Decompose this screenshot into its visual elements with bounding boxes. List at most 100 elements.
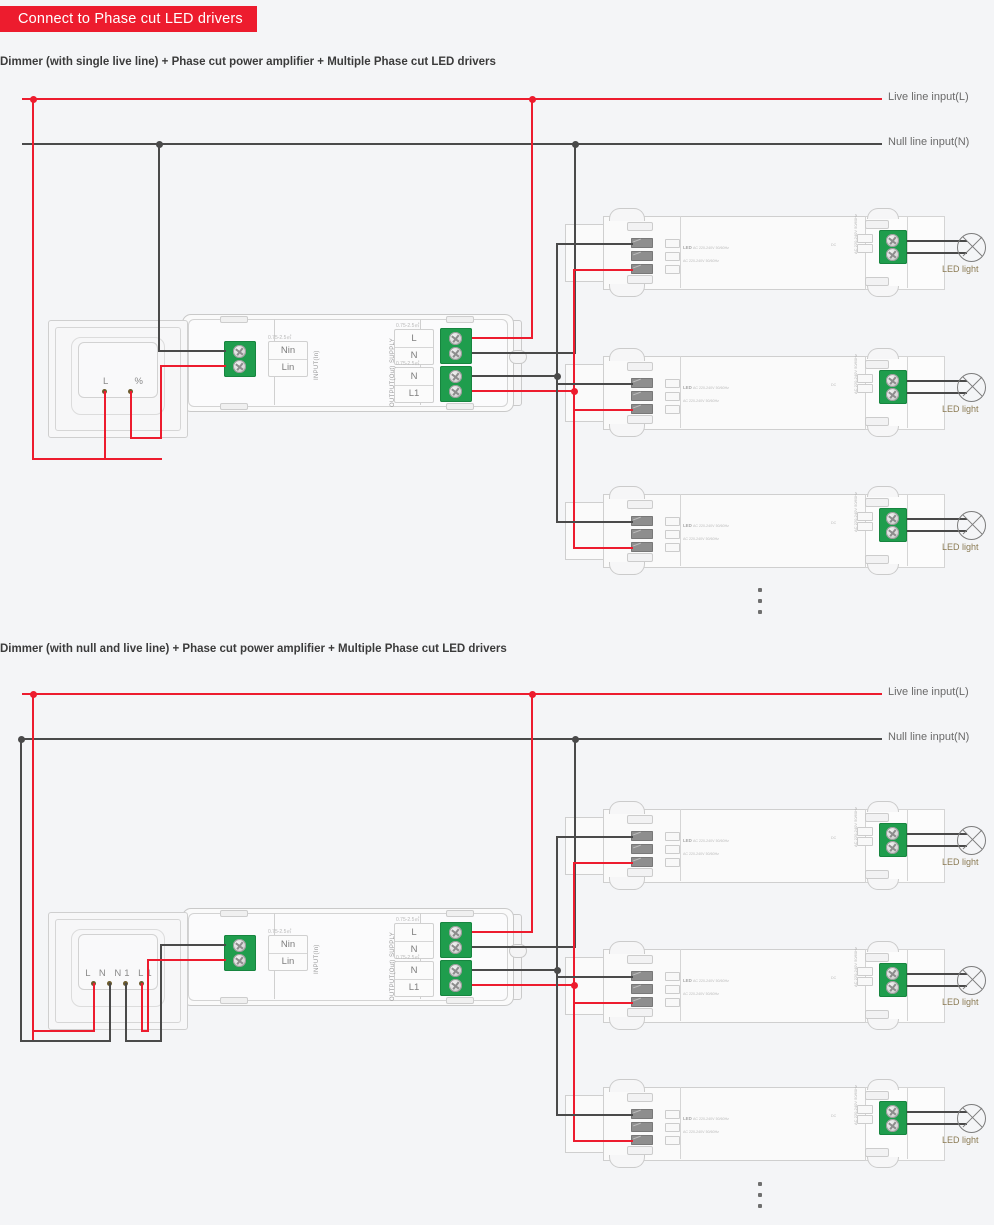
driver-input-terminal-N[interactable] — [631, 971, 653, 981]
driver-input-pin-label-L — [665, 845, 680, 854]
driver-mount-hump — [609, 1017, 645, 1030]
output-null-bus-junction — [553, 966, 561, 974]
phase-cut-led-driver-2-3[interactable]: LED AC 220-240V 50/60Hz AC 220-240V 50/60H… — [565, 1079, 986, 1168]
amp-output-terminal-block[interactable] — [440, 960, 472, 996]
driver-ear — [865, 870, 889, 879]
driver-mount-hump — [867, 879, 899, 890]
driver-input-terminal-L[interactable] — [631, 1122, 653, 1132]
amp-output-bottom-label: L1 — [395, 978, 433, 997]
terminal-screw[interactable] — [233, 954, 246, 967]
driver-mount-hump — [609, 877, 645, 890]
terminal-screw[interactable] — [233, 939, 246, 952]
driver-seam — [680, 949, 681, 1021]
driver-mount-hump — [867, 941, 899, 952]
driver-live-branch — [573, 862, 633, 864]
terminal-screw[interactable] — [886, 1105, 899, 1118]
driver-input-terminal-L1[interactable] — [631, 1135, 653, 1145]
amp-input-top-label: Nin — [280, 938, 296, 950]
dimmer-L1-wire — [141, 983, 143, 1032]
driver-ear — [627, 868, 653, 877]
live-left-drop — [32, 693, 34, 1042]
driver-null-branch — [556, 836, 633, 838]
wall-dimmer-2[interactable]: L N N1 L1 — [48, 912, 188, 1030]
driver-ear — [865, 1010, 889, 1019]
terminal-screw[interactable] — [449, 926, 462, 939]
driver-mount-hump — [609, 1155, 645, 1168]
dimmer-N-return — [20, 1040, 111, 1042]
driver-input-pin-label-L — [665, 1123, 680, 1132]
terminal-screw[interactable] — [886, 827, 899, 840]
driver-mount-hump — [867, 1157, 899, 1168]
driver-output-terminal-block[interactable] — [879, 1101, 907, 1135]
amp-output-spec: 0.75-2.5㎡ — [396, 955, 420, 961]
amp-input-terminal-block[interactable] — [224, 935, 256, 971]
amp-tab — [220, 910, 248, 917]
driver-ear — [627, 955, 653, 964]
driver-mount-hump — [867, 1079, 899, 1090]
terminal-screw[interactable] — [886, 1119, 899, 1132]
driver-micro-spec-2: AC 220-240V 50/60Hz — [683, 852, 719, 856]
driver-mount-hump — [867, 801, 899, 812]
led-light-symbol — [957, 826, 986, 855]
dimmer-N1-wire — [125, 983, 127, 1042]
driver-input-terminal-L[interactable] — [631, 844, 653, 854]
driver-null-branch — [556, 976, 633, 978]
driver-output-terminal-block[interactable] — [879, 823, 907, 857]
terminal-screw[interactable] — [886, 967, 899, 980]
driver-input-terminal-N[interactable] — [631, 1109, 653, 1119]
amp-supply-terminal-block[interactable] — [440, 922, 472, 958]
phase-cut-power-amplifier-2[interactable]: Nin Lin 0.75-2.5㎡ INPUT(In) L N 0.75-2.5㎡ SUPPL… — [172, 900, 527, 1012]
driver-live-branch — [573, 1002, 633, 1004]
led-light-label: LED light — [942, 997, 979, 1007]
driver-input-pin-label-L1 — [665, 998, 680, 1007]
driver-input-terminal-L[interactable] — [631, 984, 653, 994]
driver-output-pin-label — [857, 967, 873, 976]
amp-supply-top-label: L — [411, 926, 417, 938]
amp-input-null-feed — [160, 944, 226, 946]
driver-input-terminal-L1[interactable] — [631, 857, 653, 867]
driver-output-pin-label — [857, 837, 873, 846]
terminal-screw[interactable] — [449, 964, 462, 977]
driver-output-pin-label — [857, 827, 873, 836]
supply-live-feed — [472, 931, 533, 933]
supply-null-feed — [472, 946, 576, 948]
driver-output-pin-label — [857, 1115, 873, 1124]
driver-output-terminal-block[interactable] — [879, 963, 907, 997]
amp-input-live-feed — [147, 959, 226, 961]
null-rail-label: Null line input(N) — [888, 731, 970, 743]
amp-input-vlabel: INPUT(In) — [314, 944, 320, 974]
driver-ear — [627, 815, 653, 824]
terminal-screw[interactable] — [886, 841, 899, 854]
driver-input-pin-label-N — [665, 972, 680, 981]
driver-ear — [865, 953, 889, 962]
driver-input-terminal-N[interactable] — [631, 831, 653, 841]
led-light-symbol — [957, 966, 986, 995]
led-light-label: LED light — [942, 1135, 979, 1145]
dimmer-face — [78, 934, 158, 990]
dimmer-N1-run — [125, 1040, 162, 1042]
terminal-screw[interactable] — [886, 981, 899, 994]
output-null-lead — [472, 969, 558, 971]
driver-ear — [865, 1091, 889, 1100]
driver-micro-spec: AC 220-240V 50/60Hz — [693, 839, 729, 843]
terminal-screw[interactable] — [449, 979, 462, 992]
phase-cut-led-driver-2-1[interactable]: LED AC 220-240V 50/60Hz AC 220-240V 50/60H… — [565, 801, 986, 890]
output-live-bus-junction — [570, 981, 578, 989]
driver-input-pin-label-L1 — [665, 1136, 680, 1145]
output-live-lead — [472, 984, 575, 986]
driver-output-micro: AC 220-240V 50/60Hz — [853, 806, 858, 847]
driver-ear — [627, 1093, 653, 1102]
amp-supply-spec: 0.75-2.5㎡ — [396, 917, 420, 923]
amp-output-vlabel: OUTPUT(Out) — [390, 959, 396, 1001]
section-title-2: Dimmer (with null and live line) + Phase… — [0, 643, 507, 655]
driver-output-dc: DC — [831, 976, 837, 980]
driver-input-terminal-L1[interactable] — [631, 997, 653, 1007]
live-rail-label: Live line input(L) — [888, 686, 969, 698]
amp-input-spec: 0.75-2.5㎡ — [268, 929, 292, 935]
led-light-symbol — [957, 1104, 986, 1133]
driver-ear — [865, 813, 889, 822]
phase-cut-led-driver-2-2[interactable]: LED AC 220-240V 50/60Hz AC 220-240V 50/60H… — [565, 941, 986, 1030]
terminal-screw[interactable] — [449, 941, 462, 954]
driver-input-pin-label-N — [665, 1110, 680, 1119]
driver-null-branch — [556, 1114, 633, 1116]
